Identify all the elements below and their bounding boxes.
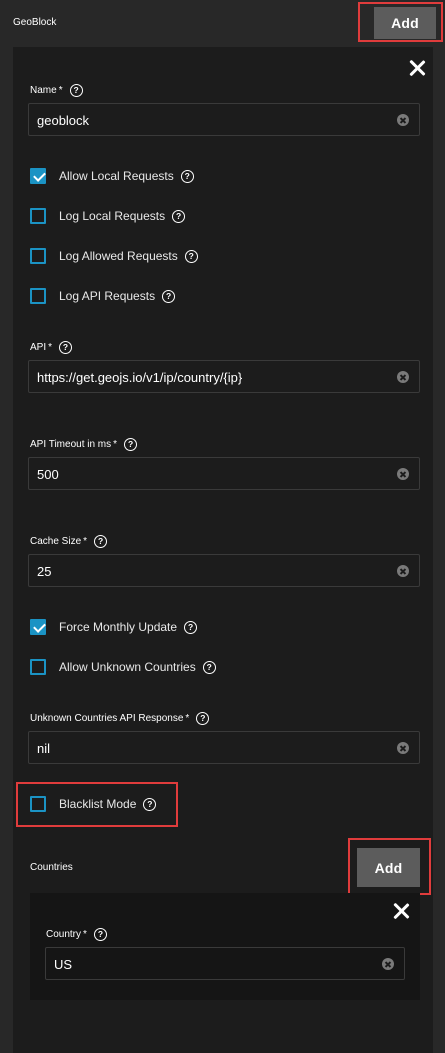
help-icon[interactable]: ?	[94, 535, 108, 548]
help-icon[interactable]: ?	[172, 209, 186, 223]
allow-local-requests-checkbox[interactable]: Allow Local Requests ?	[30, 168, 194, 184]
top-bar: GeoBlock Add	[0, 0, 445, 48]
api-timeout-label: API Timeout in ms * ?	[30, 438, 138, 451]
help-icon[interactable]: ?	[143, 797, 157, 811]
country-label: Country * ?	[46, 928, 107, 941]
help-icon[interactable]: ?	[202, 660, 216, 674]
countries-title: Countries	[30, 862, 73, 873]
allow-unknown-countries-checkbox[interactable]: Allow Unknown Countries ?	[30, 659, 216, 675]
checkbox-icon[interactable]	[30, 288, 46, 304]
checkbox-icon[interactable]	[30, 659, 46, 675]
help-icon[interactable]: ?	[180, 169, 194, 183]
section-title: GeoBlock	[13, 17, 57, 28]
api-field[interactable]: https://get.geojs.io/v1/ip/country/{ip}	[28, 360, 420, 393]
cache-size-field[interactable]: 25	[28, 554, 420, 587]
help-icon[interactable]: ?	[93, 928, 107, 941]
add-country-button[interactable]: Add	[357, 848, 420, 887]
close-icon[interactable]	[408, 59, 426, 77]
clear-icon[interactable]	[397, 114, 409, 126]
cache-size-label: Cache Size * ?	[30, 535, 108, 548]
help-icon[interactable]: ?	[162, 289, 176, 303]
help-icon[interactable]: ?	[196, 712, 210, 725]
log-local-requests-checkbox[interactable]: Log Local Requests ?	[30, 208, 186, 224]
checkbox-icon[interactable]	[30, 796, 46, 812]
help-icon[interactable]: ?	[184, 620, 198, 634]
help-icon[interactable]: ?	[69, 84, 83, 97]
help-icon[interactable]: ?	[124, 438, 138, 451]
country-field[interactable]: US	[45, 947, 405, 980]
force-monthly-update-checkbox[interactable]: Force Monthly Update ?	[30, 619, 198, 635]
checkbox-icon[interactable]	[30, 208, 46, 224]
checkbox-icon[interactable]	[30, 248, 46, 264]
log-allowed-requests-checkbox[interactable]: Log Allowed Requests ?	[30, 248, 198, 264]
clear-icon[interactable]	[397, 742, 409, 754]
help-icon[interactable]: ?	[59, 341, 73, 354]
clear-icon[interactable]	[382, 958, 394, 970]
log-api-requests-checkbox[interactable]: Log API Requests ?	[30, 288, 176, 304]
unknown-countries-api-response-label: Unknown Countries API Response * ?	[30, 712, 210, 725]
clear-icon[interactable]	[397, 468, 409, 480]
close-icon[interactable]	[392, 902, 410, 920]
api-timeout-field[interactable]: 500	[28, 457, 420, 490]
checkbox-checked-icon[interactable]	[30, 619, 46, 635]
clear-icon[interactable]	[397, 565, 409, 577]
clear-icon[interactable]	[397, 371, 409, 383]
name-field[interactable]: geoblock	[28, 103, 420, 136]
checkbox-checked-icon[interactable]	[30, 168, 46, 184]
add-geoblock-button[interactable]: Add	[374, 7, 436, 39]
api-label: API * ?	[30, 341, 73, 354]
name-label: Name * ?	[30, 84, 83, 97]
unknown-countries-api-response-field[interactable]: nil	[28, 731, 420, 764]
help-icon[interactable]: ?	[184, 249, 198, 263]
blacklist-mode-checkbox[interactable]: Blacklist Mode ?	[30, 796, 157, 812]
